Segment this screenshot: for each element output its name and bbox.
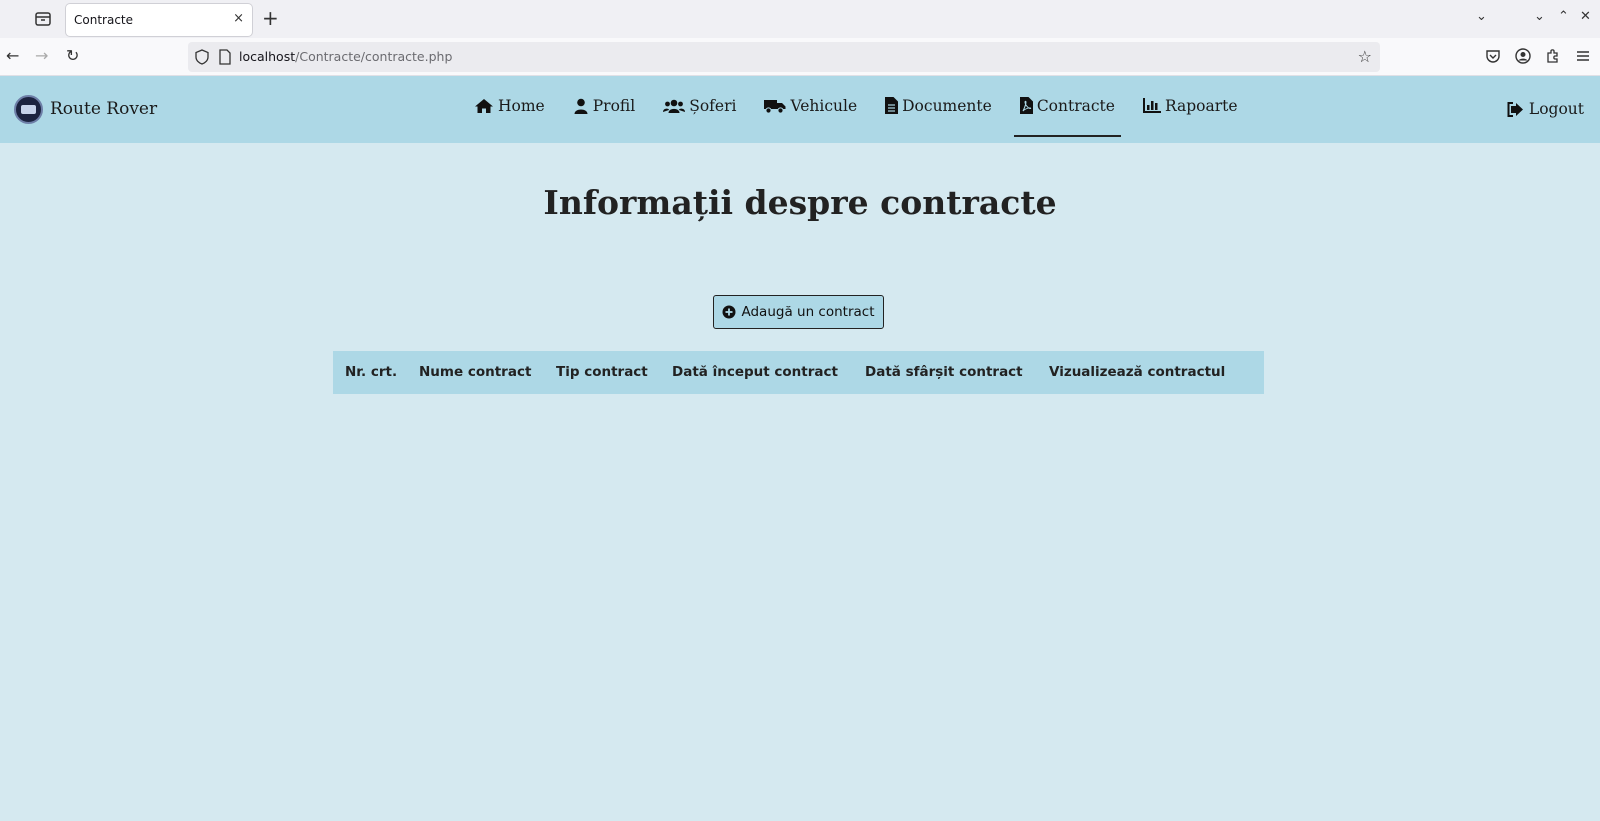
user-icon <box>574 98 588 114</box>
url-text[interactable]: localhost/Contracte/contracte.php <box>239 49 452 64</box>
close-window-icon[interactable]: ✕ <box>1580 9 1591 24</box>
list-all-tabs-icon[interactable]: ⌄ <box>1476 9 1487 24</box>
column-header-data-sfarsit: Dată sfârșit contract <box>865 364 1023 380</box>
pocket-icon[interactable] <box>1484 47 1502 65</box>
nav-item-rapoarte[interactable]: Rapoarte <box>1142 76 1238 135</box>
column-header-tip: Tip contract <box>556 364 648 380</box>
nav-label-contracte: Contracte <box>1036 96 1115 115</box>
tab-manager-icon[interactable] <box>34 10 52 28</box>
column-header-data-inceput: Dată început contract <box>672 364 838 380</box>
maximize-window-icon[interactable]: ⌃ <box>1558 9 1569 24</box>
brand[interactable]: Route Rover <box>14 93 157 125</box>
file-icon <box>885 97 899 114</box>
nav-label-soferi: Șoferi <box>689 96 737 115</box>
nav-item-profil[interactable]: Profil <box>573 76 635 135</box>
close-tab-icon[interactable]: × <box>233 11 244 26</box>
nav-item-soferi[interactable]: Șoferi <box>663 76 736 135</box>
reload-button[interactable]: ↻ <box>66 46 79 66</box>
url-host: localhost <box>239 49 296 64</box>
logout-link[interactable]: Logout <box>1507 100 1584 118</box>
brand-logo <box>14 94 43 124</box>
nav-label-rapoarte: Rapoarte <box>1164 96 1238 115</box>
users-icon <box>663 99 686 113</box>
column-header-vizualizeaza: Vizualizează contractul <box>1049 364 1226 380</box>
menu-icon[interactable] <box>1574 47 1592 65</box>
forward-button[interactable]: → <box>35 46 48 66</box>
address-bar[interactable]: localhost/Contracte/contracte.php ☆ <box>188 42 1380 72</box>
truck-icon <box>764 99 786 114</box>
browser-navbar: ← → ↻ localhost/Contracte/contracte.php … <box>0 38 1600 76</box>
back-button[interactable]: ← <box>6 46 19 66</box>
column-header-nr: Nr. crt. <box>345 364 398 380</box>
browser-tabbar: Contracte × + ⌄ ⌄ ⌃ ✕ <box>0 0 1600 38</box>
home-icon <box>475 98 493 113</box>
new-tab-button[interactable]: + <box>262 7 279 29</box>
main-nav: Home Profil Șoferi Vehicule Documente Co… <box>474 76 1266 143</box>
bookmark-star-icon[interactable]: ☆ <box>1358 47 1372 66</box>
site-header: Route Rover Home Profil Șoferi Vehicule … <box>0 76 1600 143</box>
nav-label-home: Home <box>498 96 545 115</box>
logout-icon <box>1507 101 1523 117</box>
extensions-icon[interactable] <box>1544 47 1562 65</box>
add-contract-label: Adaugă un contract <box>741 304 875 320</box>
page-icon[interactable] <box>218 49 232 65</box>
plus-circle-icon <box>722 305 736 319</box>
chart-icon <box>1142 98 1161 113</box>
nav-item-vehicule[interactable]: Vehicule <box>764 76 857 135</box>
url-path: /Contracte/contracte.php <box>295 49 453 64</box>
nav-item-documente[interactable]: Documente <box>885 76 992 135</box>
browser-tab-active[interactable]: Contracte × <box>66 4 252 36</box>
page-title: Informații despre contracte <box>543 183 1057 222</box>
nav-label-profil: Profil <box>592 96 636 115</box>
column-header-nume: Nume contract <box>419 364 532 380</box>
contracts-table-header: Nr. crt. Nume contract Tip contract Dată… <box>333 351 1264 394</box>
nav-item-home[interactable]: Home <box>474 76 545 135</box>
brand-name: Route Rover <box>50 99 158 119</box>
nav-item-contracte[interactable]: Contracte <box>1013 76 1122 137</box>
tab-title: Contracte <box>74 13 134 27</box>
shield-icon[interactable] <box>194 49 210 65</box>
account-icon[interactable] <box>1514 47 1532 65</box>
nav-label-vehicule: Vehicule <box>790 96 858 115</box>
logout-label: Logout <box>1528 100 1584 118</box>
minimize-window-icon[interactable]: ⌄ <box>1534 9 1545 24</box>
file-pdf-icon <box>1019 97 1033 114</box>
add-contract-button[interactable]: Adaugă un contract <box>713 295 884 329</box>
nav-label-documente: Documente <box>902 96 992 115</box>
